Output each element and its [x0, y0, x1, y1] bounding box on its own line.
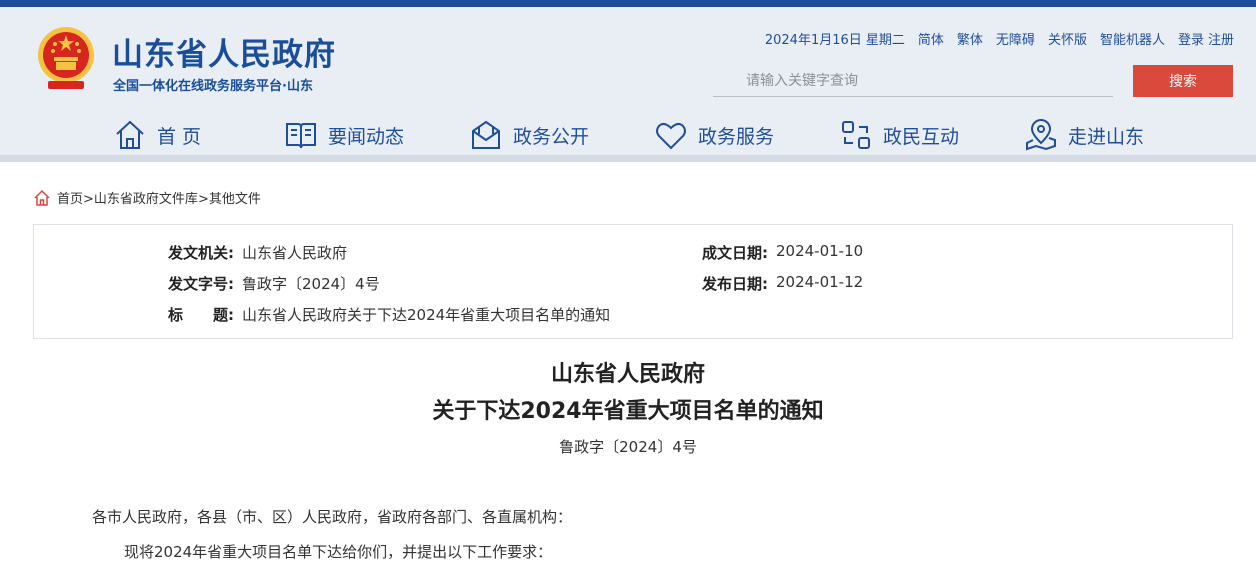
breadcrumb-library[interactable]: 山东省政府文件库 — [94, 192, 198, 207]
breadcrumb-separator: > — [83, 192, 94, 207]
header-divider — [0, 155, 1256, 162]
nav-item-open-affairs[interactable]: 政务公开 — [469, 115, 589, 155]
nav-label: 要闻动态 — [328, 125, 405, 148]
register-link[interactable]: 注册 — [1208, 29, 1234, 48]
link-accessibility[interactable]: 无障碍 — [996, 29, 1035, 48]
breadcrumb-home[interactable]: 首页 — [57, 192, 83, 207]
nav-item-services[interactable]: 政务服务 — [654, 115, 774, 155]
book-icon — [286, 123, 316, 149]
meta-label: 发布日期: — [702, 275, 768, 293]
meta-value: 山东省人民政府关于下达2024年省重大项目名单的通知 — [242, 306, 611, 324]
nav-label: 政民互动 — [883, 125, 960, 148]
meta-doc-number: 发文字号: 鲁政字〔2024〕4号 — [168, 273, 380, 294]
nav-label: 走进山东 — [1068, 125, 1145, 148]
document-salutation: 各市人民政府，各县（市、区）人民政府，省政府各部门、各直属机构： — [92, 508, 573, 526]
nav-label: 首 页 — [157, 125, 202, 148]
breadcrumb: 首页>山东省政府文件库>其他文件 — [33, 188, 261, 207]
site-header: 山东省人民政府 全国一体化在线政务服务平台·山东 2024年1月16日 星期二 … — [0, 7, 1256, 162]
document-title-line1: 山东省人民政府 — [550, 362, 705, 387]
search-input[interactable] — [713, 65, 1113, 97]
breadcrumb-separator: > — [197, 192, 209, 207]
link-traditional[interactable]: 繁体 — [957, 29, 983, 48]
document-paragraph: 现将2024年省重大项目名单下达给你们，并提出以下工作要求： — [124, 543, 553, 561]
meta-value: 山东省人民政府 — [242, 244, 348, 262]
nav-item-interaction[interactable]: 政民互动 — [839, 115, 959, 155]
meta-value: 2024-01-10 — [776, 242, 864, 260]
meta-value: 鲁政字〔2024〕4号 — [242, 275, 380, 293]
interaction-icon — [842, 121, 870, 149]
nav-label: 政务公开 — [513, 125, 590, 148]
main-nav: 首 页 要闻动态 政务公开 政务服务 政民互动 走进山东 — [0, 115, 1256, 155]
meta-label: 发文字号: — [168, 275, 234, 293]
document-title-line2: 关于下达2024年省重大项目名单的通知 — [432, 399, 824, 424]
home-icon — [116, 120, 144, 149]
document-meta-box: 发文机关: 山东省人民政府 成文日期: 2024-01-10 发文字号: 鲁政字… — [33, 224, 1233, 339]
mail-icon — [472, 120, 500, 149]
national-emblem-icon — [38, 27, 94, 89]
meta-date: 成文日期: 2024-01-10 — [702, 242, 863, 263]
meta-value: 2024-01-12 — [776, 273, 864, 291]
location-icon — [1026, 119, 1056, 151]
current-date: 2024年1月16日 星期二 — [764, 33, 905, 48]
nav-label: 政务服务 — [698, 125, 775, 148]
utility-links: 2024年1月16日 星期二 简体 繁体 无障碍 关怀版 智能机器人 登录 注册 — [765, 29, 1234, 48]
meta-title: 标 题: 山东省人民政府关于下达2024年省重大项目名单的通知 — [168, 304, 610, 325]
link-simplified[interactable]: 简体 — [918, 29, 944, 48]
link-care-version[interactable]: 关怀版 — [1048, 29, 1087, 48]
meta-issuer: 发文机关: 山东省人民政府 — [168, 242, 347, 263]
login-link[interactable]: 登录 — [1178, 29, 1204, 48]
nav-item-home[interactable]: 首 页 — [113, 115, 201, 155]
link-robot[interactable]: 智能机器人 — [1100, 29, 1165, 48]
site-title[interactable]: 山东省人民政府 — [112, 29, 336, 74]
breadcrumb-other-files[interactable]: 其他文件 — [209, 192, 261, 207]
heart-icon — [656, 122, 686, 150]
top-accent-bar — [0, 0, 1256, 7]
meta-label: 发文机关: — [168, 244, 234, 262]
login-register: 登录 注册 — [1178, 29, 1234, 48]
nav-item-news[interactable]: 要闻动态 — [284, 115, 404, 155]
site-subtitle: 全国一体化在线政务服务平台·山东 — [113, 79, 313, 94]
meta-label: 标 题: — [168, 306, 234, 324]
document-number: 鲁政字〔2024〕4号 — [559, 438, 697, 456]
home-icon — [34, 189, 50, 206]
nav-item-shandong[interactable]: 走进山东 — [1024, 115, 1144, 155]
search-button[interactable]: 搜索 — [1133, 65, 1233, 97]
meta-label: 成文日期: — [702, 244, 768, 262]
meta-publish-date: 发布日期: 2024-01-12 — [702, 273, 863, 294]
